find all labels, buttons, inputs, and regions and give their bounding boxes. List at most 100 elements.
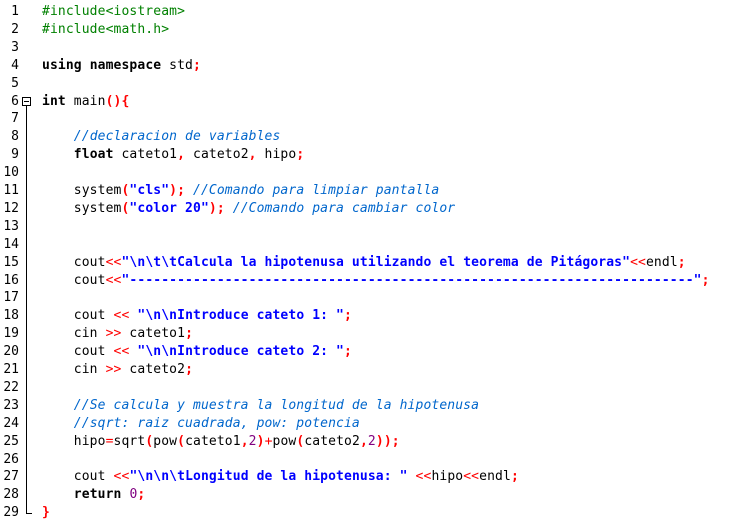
code-line[interactable]: 3 xyxy=(0,39,739,57)
punctuation-token: ; xyxy=(701,272,710,288)
keyword-token: int xyxy=(42,93,66,109)
code-line[interactable]: 6 int main(){ xyxy=(0,93,739,111)
code-line[interactable]: 16 cout<<"------------------------------… xyxy=(0,272,739,290)
code-text[interactable]: //sqrt: raiz cuadrada, pow: potencia xyxy=(42,415,360,433)
line-number: 13 xyxy=(3,218,19,234)
identifier-token: sqrt xyxy=(113,433,146,449)
code-text[interactable]: } xyxy=(42,504,50,522)
identifier-token xyxy=(185,183,193,198)
operator-token: = xyxy=(105,433,114,449)
code-line[interactable]: 15 cout<<"\n\t\tCalcula la hipotenusa ut… xyxy=(0,254,739,272)
string-token: "\n\t\tCalcula la hipotenusa utilizando … xyxy=(121,254,631,270)
code-line[interactable]: 9 float cateto1, cateto2, hipo; xyxy=(0,146,739,164)
line-number: 27 xyxy=(3,469,19,485)
code-text[interactable]: return 0; xyxy=(42,486,145,504)
code-line[interactable]: 18 cout << "\n\nIntroduce cateto 1: "; xyxy=(0,307,739,325)
operator-token: + xyxy=(264,433,273,449)
identifier-token: system xyxy=(42,183,122,198)
line-number: 16 xyxy=(3,272,19,288)
string-token: "\n\n\tLongitud de la hipotenusa: " xyxy=(129,469,408,485)
code-line[interactable]: 12 system("color 20"); //Comando para ca… xyxy=(0,200,739,218)
number-token: 2 xyxy=(367,433,376,449)
code-line[interactable]: 10 xyxy=(0,164,739,182)
code-text[interactable]: int main(){ xyxy=(42,93,129,111)
identifier-token xyxy=(42,487,74,502)
comment-token: //Se calcula y muestra la longitud de la… xyxy=(73,397,480,413)
punctuation-token: ); xyxy=(208,200,225,216)
code-text[interactable]: hipo=sqrt(pow(cateto1,2)+pow(cateto2,2))… xyxy=(42,433,400,451)
code-editor[interactable]: 1 #include<iostream> 2 #include<math.h> 3 4 us… xyxy=(0,0,739,531)
identifier-token: cateto1 xyxy=(113,147,178,163)
identifier-token: cateto1 xyxy=(121,326,186,342)
code-text[interactable]: cout << "\n\nIntroduce cateto 2: "; xyxy=(42,343,352,361)
code-line[interactable]: 1 #include<iostream> xyxy=(0,3,739,21)
preprocessor-token: #include<math.h> xyxy=(42,21,170,37)
identifier-token: cateto1 xyxy=(185,433,241,449)
code-text[interactable]: #include<iostream> xyxy=(42,3,185,21)
code-line[interactable]: 7 xyxy=(0,110,739,128)
line-number: 10 xyxy=(3,165,19,181)
identifier-token xyxy=(42,129,74,144)
line-number: 19 xyxy=(3,326,19,342)
code-text[interactable]: float cateto1, cateto2, hipo; xyxy=(42,146,304,164)
code-line[interactable]: 8 //declaracion de variables xyxy=(0,128,739,146)
line-number: 21 xyxy=(3,362,19,377)
code-line[interactable]: 27 cout <<"\n\n\tLongitud de la hipotenu… xyxy=(0,468,739,486)
punctuation-token: , xyxy=(240,433,249,449)
code-line[interactable]: 5 xyxy=(0,75,739,93)
keyword-token: return xyxy=(73,487,122,503)
punctuation-token: ); xyxy=(169,183,186,198)
identifier-token: cout xyxy=(42,272,106,288)
identifier-token: system xyxy=(42,200,122,216)
line-number: 18 xyxy=(3,308,19,324)
code-line[interactable]: 26 xyxy=(0,451,739,469)
punctuation-token: ; xyxy=(677,254,686,270)
code-text[interactable]: //declaracion de variables xyxy=(42,128,281,146)
identifier-token: pow xyxy=(153,433,178,449)
code-text[interactable]: cin >> cateto2; xyxy=(42,361,193,379)
line-number: 22 xyxy=(3,379,19,395)
identifier-token: cout xyxy=(42,469,114,485)
code-line[interactable]: 14 xyxy=(0,236,739,254)
code-line[interactable]: 21 cin >> cateto2; xyxy=(0,361,739,379)
punctuation-token: , xyxy=(248,147,257,163)
code-line[interactable]: 19 cin >> cateto1; xyxy=(0,325,739,343)
code-text[interactable]: system("color 20"); //Comando para cambi… xyxy=(42,200,455,218)
code-text[interactable]: cout << "\n\nIntroduce cateto 1: "; xyxy=(42,307,352,325)
code-line[interactable]: 22 xyxy=(0,379,739,397)
code-text[interactable]: //Se calcula y muestra la longitud de la… xyxy=(42,397,479,415)
line-number: 15 xyxy=(3,254,19,270)
comment-token: //declaracion de variables xyxy=(73,129,281,145)
punctuation-token: , xyxy=(359,433,368,449)
code-line[interactable]: 28 return 0; xyxy=(0,486,739,504)
line-number: 23 xyxy=(3,397,19,413)
code-text[interactable]: #include<math.h> xyxy=(42,21,169,39)
code-text[interactable]: system("cls"); //Comando para limpiar pa… xyxy=(42,182,439,200)
code-text[interactable]: cout <<"\n\n\tLongitud de la hipotenusa:… xyxy=(42,468,519,486)
code-line[interactable]: 23 //Se calcula y muestra la longitud de… xyxy=(0,397,739,415)
identifier-token xyxy=(42,147,74,162)
code-line[interactable]: 20 cout << "\n\nIntroduce cateto 2: "; xyxy=(0,343,739,361)
code-line[interactable]: 25 hipo=sqrt(pow(cateto1,2)+pow(cateto2,… xyxy=(0,433,739,451)
punctuation-token: ; xyxy=(137,487,146,503)
code-line[interactable]: 2 #include<math.h> xyxy=(0,21,739,39)
code-text[interactable]: cout<<"\n\t\tCalcula la hipotenusa utili… xyxy=(42,254,686,272)
punctuation-token: ; xyxy=(185,326,194,342)
code-text[interactable]: cin >> cateto1; xyxy=(42,325,193,343)
code-text[interactable]: cout<<"---------------------------------… xyxy=(42,272,710,290)
code-line[interactable]: 29} xyxy=(0,504,739,522)
code-line[interactable]: 17 xyxy=(0,289,739,307)
operator-token: << xyxy=(630,254,646,270)
code-line[interactable]: 13 xyxy=(0,218,739,236)
line-number: 4 xyxy=(11,57,19,73)
code-line[interactable]: 11 system("cls"); //Comando para limpiar… xyxy=(0,182,739,200)
line-number: 24 xyxy=(3,415,19,431)
identifier-token: endl xyxy=(645,254,678,270)
line-number: 29 xyxy=(3,505,19,521)
fold-toggle-icon[interactable] xyxy=(22,96,31,106)
code-text[interactable]: using namespace std; xyxy=(42,57,201,75)
code-line[interactable]: 4 using namespace std; xyxy=(0,57,739,75)
operator-token: >> xyxy=(105,326,122,342)
operator-token: << xyxy=(113,344,130,360)
code-line[interactable]: 24 //sqrt: raiz cuadrada, pow: potencia xyxy=(0,415,739,433)
